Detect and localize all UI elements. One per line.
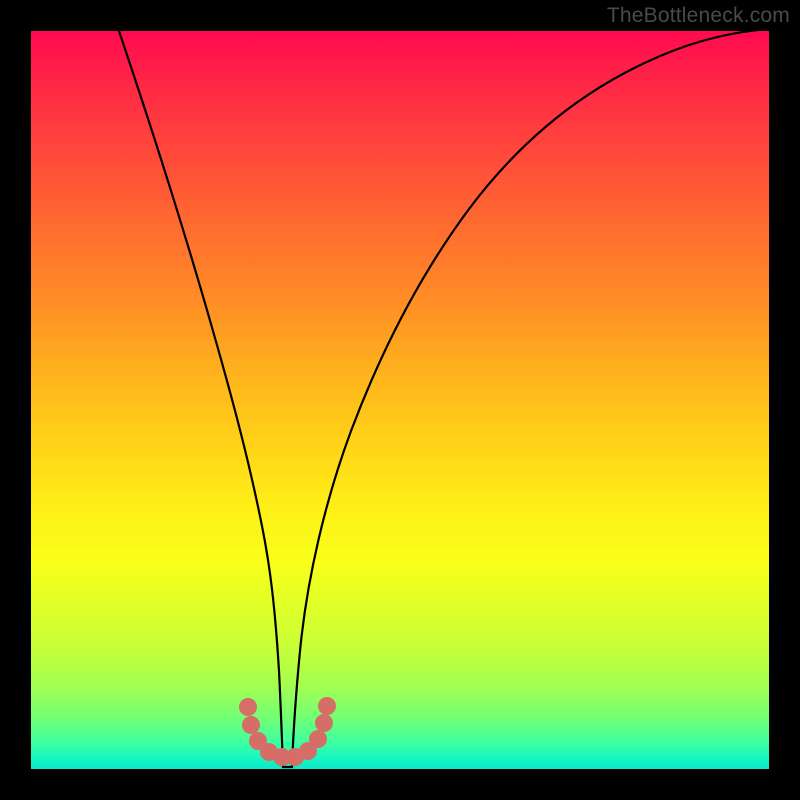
chart-frame: TheBottleneck.com: [0, 0, 800, 800]
curve-layer: [31, 31, 769, 769]
dotted-bottom-curve: [239, 697, 336, 766]
plot-area: [31, 31, 769, 769]
bottleneck-curve: [119, 31, 769, 767]
watermark-text: TheBottleneck.com: [607, 4, 790, 28]
